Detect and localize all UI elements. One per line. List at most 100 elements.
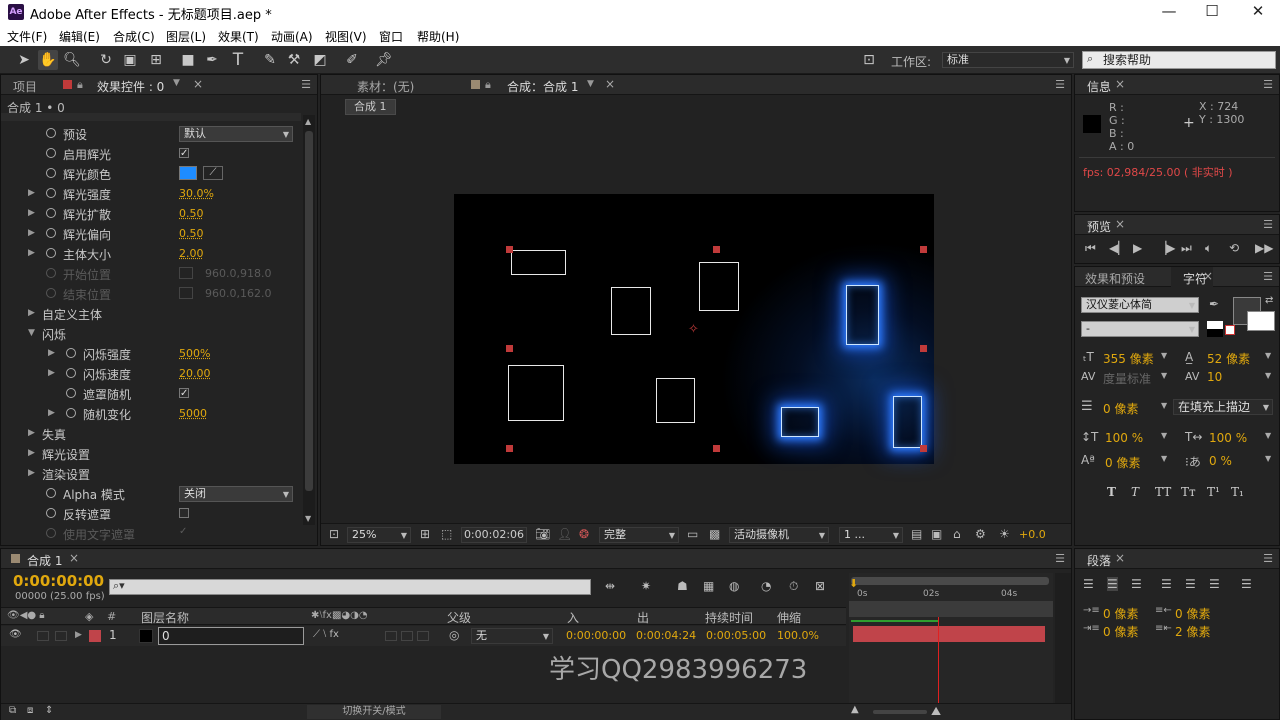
align-left-icon[interactable]: ☰ xyxy=(1083,577,1094,591)
tab-info[interactable]: 信息 xyxy=(1087,78,1111,95)
pan-behind-tool-icon[interactable]: ⊞ xyxy=(146,50,166,70)
baseline-shift-value[interactable]: 0 像素 xyxy=(1105,454,1140,471)
scrollbar[interactable]: ▲ ▼ xyxy=(303,115,315,525)
justify-last-right-icon[interactable]: ☰ xyxy=(1209,577,1220,591)
panel-menu-icon[interactable]: ☰ xyxy=(1263,270,1273,283)
collapse-triangle-icon[interactable]: ▼ xyxy=(28,328,35,338)
expand-triangle-icon[interactable]: ▶ xyxy=(48,368,55,378)
maximize-button[interactable]: ☐ xyxy=(1197,2,1227,20)
mask-random-checkbox[interactable]: ✓ xyxy=(179,388,189,399)
tsume-value[interactable]: 0 % xyxy=(1209,454,1232,468)
timeline-icon[interactable]: ⌂ xyxy=(953,527,961,541)
camera-view-dropdown[interactable]: 活动摄像机 xyxy=(729,527,829,543)
space-after-value[interactable]: 2 像素 xyxy=(1175,623,1210,640)
vertical-scale-value[interactable]: 100 % xyxy=(1105,431,1143,445)
menu-help[interactable]: 帮助(H) xyxy=(417,28,459,45)
workspace-icon[interactable]: ⊡ xyxy=(858,50,880,70)
indent-left-value[interactable]: 0 像素 xyxy=(1103,605,1138,622)
anchor-point-icon[interactable]: ✧ xyxy=(688,322,699,337)
no-color-swatch[interactable] xyxy=(1225,325,1235,335)
grid-guides-icon[interactable]: ⊞ xyxy=(420,527,430,541)
glow-intensity-value[interactable]: 30.0% xyxy=(179,187,214,200)
small-caps-button[interactable]: Tт xyxy=(1181,485,1196,499)
layer-out-time[interactable]: 0:00:04:24 xyxy=(636,629,696,642)
minimize-button[interactable]: — xyxy=(1154,2,1184,20)
shape-tool-icon[interactable]: ■ xyxy=(178,50,198,70)
glow-bias-value[interactable]: 0.50 xyxy=(179,227,204,240)
tab-dropdown-icon[interactable]: ▼ xyxy=(173,78,180,88)
zoom-out-icon[interactable]: ▲ xyxy=(851,704,859,715)
parent-dropdown[interactable]: 无 xyxy=(471,628,553,644)
close-tab-icon[interactable]: × xyxy=(605,77,615,91)
eyedropper-icon[interactable]: ✒ xyxy=(1209,297,1219,311)
glow-spread-value[interactable]: 0.50 xyxy=(179,207,204,220)
panel-menu-icon[interactable]: ☰ xyxy=(301,78,311,91)
current-time-indicator[interactable]: ⬇ xyxy=(849,577,859,593)
dropdown-arrow-icon[interactable]: ▼ xyxy=(1265,454,1271,463)
zoom-tool-icon[interactable]: 🔍︎ xyxy=(62,50,82,70)
stopwatch-icon[interactable] xyxy=(66,408,76,418)
alpha-mode-dropdown[interactable]: 关闭 xyxy=(179,486,293,502)
tracking-value[interactable]: 10 xyxy=(1207,370,1222,384)
dropdown-arrow-icon[interactable]: ▼ xyxy=(1161,454,1167,463)
comp-mini-flowchart-icon[interactable]: ⇹ xyxy=(605,579,615,593)
justify-last-center-icon[interactable]: ☰ xyxy=(1185,577,1196,591)
menu-composition[interactable]: 合成(C) xyxy=(113,28,155,45)
expand-triangle-icon[interactable]: ▶ xyxy=(28,228,35,238)
selection-tool-icon[interactable]: ➤ xyxy=(14,50,34,70)
tab-dropdown-icon[interactable]: ▼ xyxy=(587,79,594,89)
stopwatch-icon[interactable] xyxy=(66,348,76,358)
effect-group-flicker[interactable]: ▼ 闪烁 xyxy=(1,324,301,344)
layer-handle[interactable] xyxy=(713,246,720,253)
menu-animation[interactable]: 动画(A) xyxy=(271,28,313,45)
expand-triangle-icon[interactable]: ▶ xyxy=(28,468,35,478)
previous-frame-icon[interactable]: ◀▏ xyxy=(1109,241,1127,255)
layer-handle[interactable] xyxy=(920,445,927,452)
swap-colors-icon[interactable]: ⇄ xyxy=(1265,295,1273,306)
layer-search-input[interactable] xyxy=(109,579,591,595)
toggle-pixel-aspect-icon[interactable]: ▤ xyxy=(911,527,922,541)
panel-menu-icon[interactable]: ☰ xyxy=(1263,218,1273,231)
column-layer-name[interactable]: 图层名称 xyxy=(141,609,189,626)
stopwatch-icon[interactable] xyxy=(46,148,56,158)
all-caps-button[interactable]: TT xyxy=(1155,485,1171,499)
first-frame-icon[interactable]: ⏮ xyxy=(1085,241,1096,256)
stopwatch-icon[interactable]: ⏱ xyxy=(789,579,798,594)
expand-triangle-icon[interactable]: ▶ xyxy=(28,188,35,198)
always-preview-icon[interactable]: ⊡ xyxy=(329,527,339,541)
layer-in-time[interactable]: 0:00:00:00 xyxy=(566,629,626,642)
menu-window[interactable]: 窗口 xyxy=(379,28,403,45)
region-of-interest-icon[interactable]: ▭ xyxy=(687,527,698,541)
stopwatch-icon[interactable] xyxy=(46,508,56,518)
close-tab-icon[interactable]: × xyxy=(1115,551,1125,565)
layer-handle[interactable] xyxy=(506,345,513,352)
dropdown-arrow-icon[interactable]: ▼ xyxy=(1161,351,1167,360)
fast-previews-icon[interactable]: ▣ xyxy=(931,527,942,541)
zoom-in-icon[interactable]: ⛰ xyxy=(931,704,941,719)
transparency-grid-icon[interactable]: ▩ xyxy=(709,527,720,541)
last-frame-icon[interactable]: ⏭ xyxy=(1181,241,1192,256)
effect-group-glow-settings[interactable]: ▶ 辉光设置 xyxy=(1,444,301,464)
search-help-input[interactable]: 搜索帮助 xyxy=(1082,51,1276,69)
layer-name-field[interactable]: 0 xyxy=(158,627,304,645)
flicker-speed-value[interactable]: 20.00 xyxy=(179,367,211,380)
show-snapshot-icon[interactable]: 👤︎ xyxy=(557,527,572,541)
glow-color-swatch[interactable] xyxy=(179,166,197,180)
tab-footage[interactable]: 素材：(无) xyxy=(357,78,414,95)
layer-handle[interactable] xyxy=(920,345,927,352)
play-icon[interactable]: ▶ xyxy=(1133,241,1142,255)
timeline-vertical-scroll[interactable] xyxy=(1055,573,1071,703)
motion-blur-box[interactable] xyxy=(385,631,397,641)
layer-row[interactable]: 👁︎ ▶ 1 0 ⟋ ⧵ fx ◎ 无 0:00:00:00 0:00:04:2… xyxy=(1,626,846,646)
subscript-button[interactable]: T₁ xyxy=(1231,485,1244,499)
channel-icon[interactable]: ❂ xyxy=(579,527,589,541)
effect-group-distortion[interactable]: ▶ 失真 xyxy=(1,424,301,444)
expand-triangle-icon[interactable]: ▶ xyxy=(28,428,35,438)
layer-duration[interactable]: 0:00:05:00 xyxy=(706,629,766,642)
expand-triangle-icon[interactable]: ▶ xyxy=(48,348,55,358)
layer-handle[interactable] xyxy=(506,246,513,253)
stopwatch-icon[interactable] xyxy=(66,368,76,378)
composition-canvas[interactable]: ✧ xyxy=(454,194,934,464)
view-layout-dropdown[interactable]: 1 ... xyxy=(839,527,903,543)
close-tab-icon[interactable]: × xyxy=(193,77,203,91)
